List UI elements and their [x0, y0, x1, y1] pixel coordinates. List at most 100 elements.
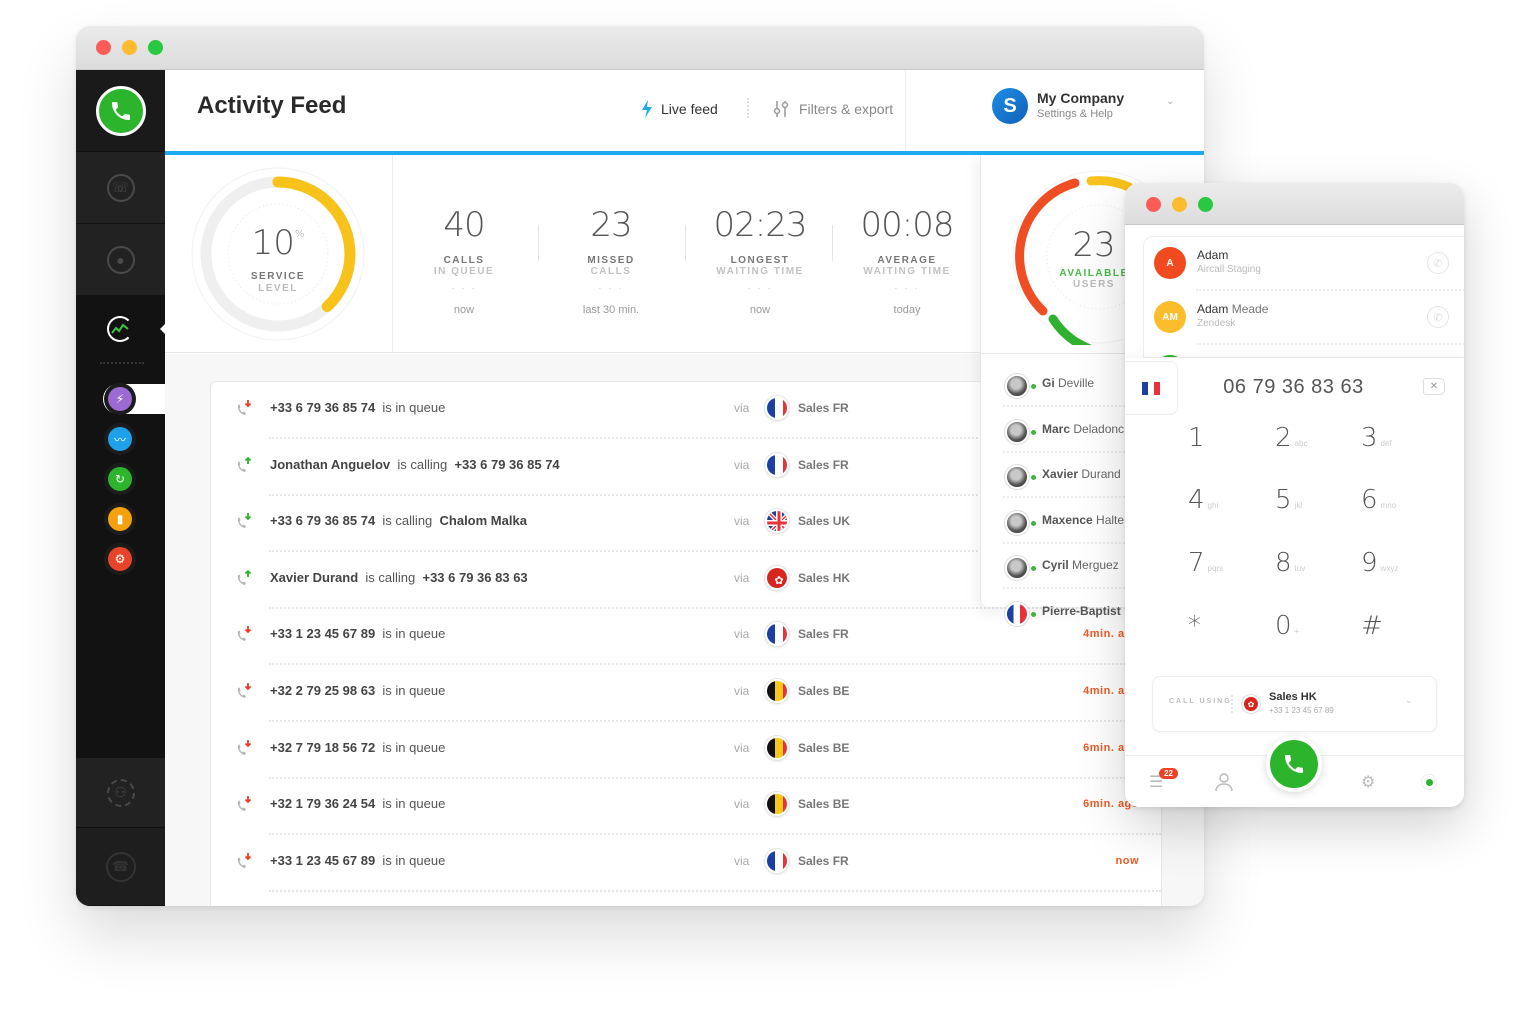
settings-button[interactable]: ⚙	[1361, 772, 1375, 792]
stat-value: 00:08	[860, 205, 955, 245]
company-avatar: S	[992, 88, 1028, 124]
user-avatar	[1005, 510, 1029, 535]
feed-row[interactable]: +33 1 23 45 67 89 is in queue via Sales F…	[211, 835, 1161, 892]
contact-suggestion[interactable]: AM Adam Meade Zendesk ✆	[1144, 291, 1464, 345]
subnav-settings[interactable]: ⚙	[108, 547, 132, 571]
key-digit: 9	[1361, 548, 1378, 578]
stat-dots: · · ·	[598, 283, 624, 294]
feed-text: +32 7 79 18 56 72 is in queue	[270, 740, 449, 755]
keypad-key[interactable]: 9 wxyz	[1361, 548, 1441, 588]
feed-row[interactable]: +32 1 79 36 24 54 is in queue via Sales B…	[211, 778, 1161, 836]
stat-label: MISSED	[587, 255, 635, 266]
sidebar-item-contacts[interactable]: ●	[76, 224, 165, 296]
key-letters: mno	[1380, 501, 1397, 510]
feed-row[interactable]: +32 7 79 18 56 72 is in queue via Sales B…	[211, 722, 1161, 779]
key-letters: pqrs	[1207, 564, 1224, 573]
sidebar-item-activity[interactable]: ⚡ 〰 ↻ ▮ ⚙	[76, 296, 166, 758]
keypad-key[interactable]: *	[1188, 611, 1268, 651]
keypad-key[interactable]: 1	[1188, 423, 1268, 463]
contacts-button[interactable]	[1215, 772, 1233, 797]
key-digit: 0	[1275, 611, 1292, 641]
feed-text: +33 6 79 36 85 74 is calling Chalom Malk…	[270, 513, 527, 528]
incoming-call-icon	[235, 625, 253, 643]
service-level-label: SERVICE	[250, 271, 306, 282]
keypad-key[interactable]: 7 pqrs	[1188, 548, 1268, 588]
call-button[interactable]	[1266, 736, 1322, 792]
call-contact-button[interactable]: ✆	[1427, 306, 1449, 328]
subnav-analytics[interactable]: 〰	[108, 427, 132, 451]
call-using-number: +33 1 23 45 67 89	[1269, 706, 1334, 715]
stat-longest-wait: 02:23 LONGEST WAITING TIME · · · now	[690, 205, 830, 316]
svg-text:✿: ✿	[774, 575, 783, 587]
user-name: Gi Deville	[1042, 376, 1095, 390]
keypad-key[interactable]: #	[1361, 611, 1441, 651]
call-contact-button[interactable]: ✆	[1427, 252, 1449, 274]
phone-logo-icon	[95, 85, 146, 136]
filters-export-tab[interactable]: Filters & export	[771, 100, 893, 118]
feed-text: Xavier Durand is calling +33 6 79 36 83 …	[270, 570, 528, 585]
maximize-window-button[interactable]	[148, 40, 163, 55]
contact-name: Adam Meade	[1197, 302, 1269, 316]
stat-average-wait: 00:08 AVERAGE WAITING TIME · · · today	[837, 205, 977, 316]
availability-status-toggle[interactable]	[1421, 774, 1437, 790]
incoming-call-icon	[235, 512, 253, 530]
feed-verb: is calling	[397, 456, 448, 472]
stat-missed-calls: 23 MISSED CALLS · · · last 30 min.	[541, 205, 681, 316]
user-avatar	[1005, 465, 1029, 489]
sidebar-item-integrations[interactable]: ⚇	[76, 758, 165, 828]
contact-suggestions: A Adam Aircall Staging ✆ AM Adam Meade Zendes…	[1143, 236, 1464, 358]
contact-company: Aircall Staging	[1197, 264, 1261, 275]
stat-dots: · · ·	[894, 283, 920, 294]
call-using-selector[interactable]: CALL USING ✿ Sales HK +33 1 23 45 67 89 …	[1152, 676, 1437, 732]
subnav-live-feed[interactable]: ⚡	[108, 387, 132, 411]
contact-suggestion[interactable]: A Adam Aircall Staging ✆	[1144, 237, 1464, 291]
incoming-call-icon	[235, 795, 253, 813]
close-window-button[interactable]	[1146, 197, 1161, 212]
stat-sublabel: WAITING TIME	[716, 266, 804, 277]
close-window-button[interactable]	[96, 40, 111, 55]
key-letters: wxyz	[1380, 564, 1399, 573]
filters-export-label: Filters & export	[799, 101, 894, 117]
keypad-key[interactable]: 8 tuv	[1275, 548, 1355, 588]
keypad-key[interactable]: 4 ghi	[1188, 485, 1268, 525]
stat-sublabel: CALLS	[590, 266, 632, 277]
line-name: Sales FR	[798, 457, 849, 472]
feed-caller: +33 6 79 36 85 74	[270, 400, 376, 415]
app-logo[interactable]	[76, 70, 165, 152]
stat-dots: · · ·	[747, 283, 773, 294]
subnav-reports[interactable]: ▮	[108, 507, 132, 531]
incoming-call-icon	[235, 852, 253, 870]
contact-suggestion[interactable]: Alexandre ✆	[1144, 345, 1464, 357]
person-icon	[1215, 773, 1233, 792]
feed-row[interactable]: +32 2 79 25 98 63 is in queue via Sales B…	[211, 665, 1161, 722]
sidebar-item-dialer[interactable]: ☎	[76, 828, 165, 906]
minimize-window-button[interactable]	[1172, 197, 1187, 212]
via-label: via	[734, 401, 750, 415]
keypad-key[interactable]: 2 abc	[1275, 423, 1355, 463]
online-status-icon	[1031, 384, 1036, 389]
line-name: Sales FR	[798, 401, 849, 415]
minimize-window-button[interactable]	[122, 40, 137, 55]
line-name: Sales BE	[798, 684, 850, 698]
incoming-call-icon	[235, 399, 253, 417]
maximize-window-button[interactable]	[1198, 197, 1213, 212]
keypad-key[interactable]: 0 +	[1275, 611, 1355, 651]
sidebar-item-calls[interactable]: ☏	[76, 152, 165, 224]
sidebar: ☏ ● ⚡ 〰 ↻ ▮ ⚙ ⚇ ☎	[76, 70, 166, 906]
company-menu[interactable]: S My Company Settings & Help ⌄	[905, 70, 1204, 152]
settings-help-link[interactable]: Settings & Help	[1037, 108, 1113, 120]
feed-callee: Chalom Malka	[439, 513, 527, 529]
country-selector[interactable]	[1125, 361, 1178, 415]
header-divider	[747, 98, 749, 118]
backspace-button[interactable]: ✕	[1423, 378, 1445, 395]
feed-verb: is in queue	[382, 683, 446, 698]
stat-period: now	[749, 304, 771, 316]
keypad-key[interactable]: 5 jkl	[1275, 485, 1355, 525]
keypad-key[interactable]: 3 def	[1361, 423, 1441, 463]
subnav-sync[interactable]: ↻	[108, 467, 132, 491]
away-users-arc	[1086, 176, 1134, 192]
keypad-key[interactable]: 6 mno	[1361, 485, 1441, 525]
stat-period: today	[893, 304, 921, 316]
dialed-number-input[interactable]: 06 79 36 83 63	[1191, 376, 1396, 399]
live-feed-tab[interactable]: Live feed	[641, 100, 718, 118]
